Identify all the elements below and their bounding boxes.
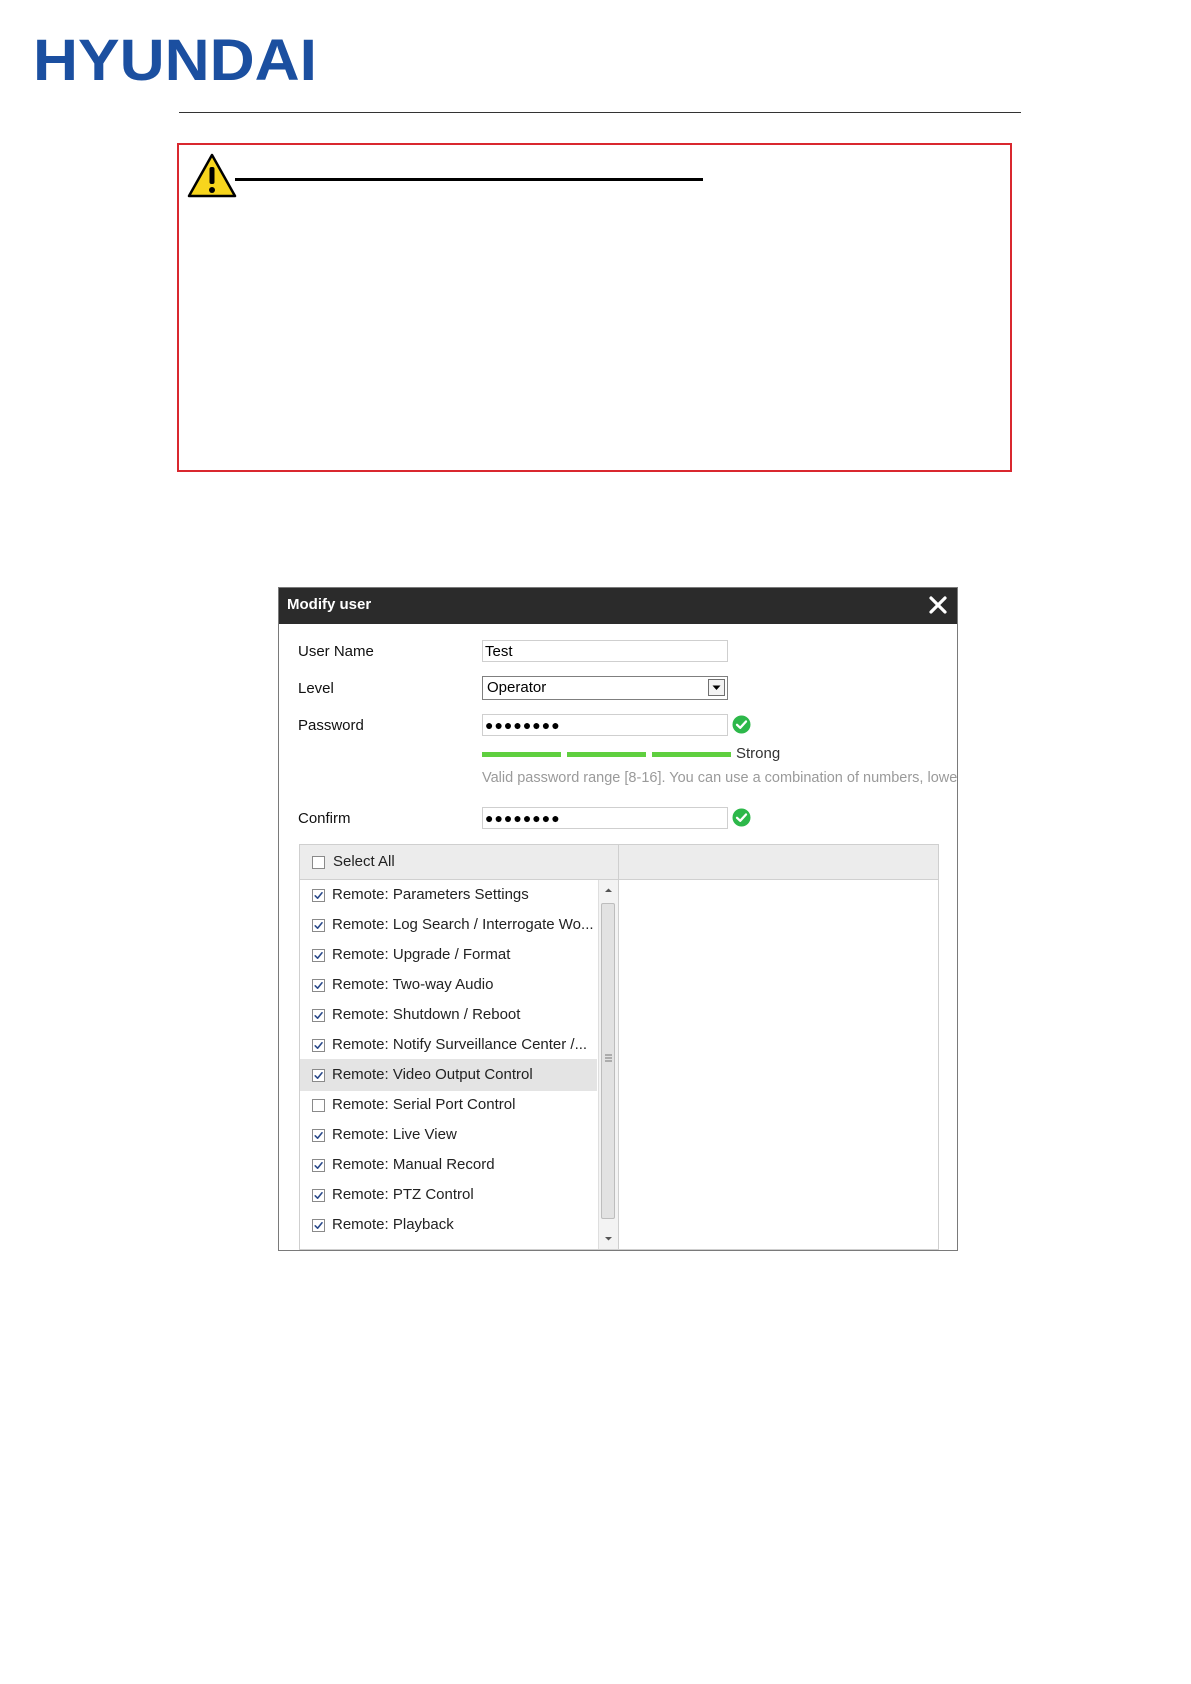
- permission-label: Remote: Shutdown / Reboot: [332, 1006, 521, 1023]
- permissions-column-divider: [618, 879, 619, 1249]
- permission-checkbox[interactable]: [312, 919, 325, 932]
- permission-row[interactable]: Remote: PTZ Control: [300, 1179, 597, 1211]
- permission-row[interactable]: Remote: Video Output Control: [300, 1059, 597, 1091]
- permission-label: Remote: Video Output Control: [332, 1066, 533, 1083]
- checkmark-icon: [314, 982, 323, 989]
- close-icon: [929, 596, 947, 614]
- confirm-password-input[interactable]: ●●●●●●●●: [482, 807, 728, 829]
- permission-row[interactable]: Remote: Parameters Settings: [300, 880, 597, 911]
- checkmark-icon: [314, 1012, 323, 1019]
- permission-checkbox[interactable]: [312, 1159, 325, 1172]
- confirm-valid-check-icon: [732, 808, 751, 827]
- permission-checkbox[interactable]: [312, 889, 325, 902]
- header-column-divider: [618, 845, 619, 879]
- logo-text: HYUNDAI: [33, 34, 317, 84]
- close-button[interactable]: [925, 592, 951, 618]
- password-input[interactable]: ●●●●●●●●: [482, 714, 728, 736]
- permission-row[interactable]: Remote: Upgrade / Format: [300, 939, 597, 971]
- checkmark-icon: [314, 1132, 323, 1139]
- hyundai-logo: HYUNDAI: [33, 28, 333, 93]
- warning-heading-rule: [235, 178, 703, 181]
- permission-row[interactable]: Remote: Two-way Audio: [300, 969, 597, 1001]
- level-select[interactable]: Operator: [482, 676, 728, 700]
- username-value: Test: [485, 643, 513, 660]
- select-all-label: Select All: [333, 853, 395, 870]
- modify-user-dialog: Modify user User Name Test Level Operato…: [278, 587, 958, 1251]
- confirm-label: Confirm: [298, 810, 351, 827]
- permission-row[interactable]: Remote: Notify Surveillance Center /...: [300, 1029, 597, 1061]
- warning-triangle-icon: [187, 153, 237, 199]
- checkmark-icon: [314, 952, 323, 959]
- logo-wordmark: HYUNDAI: [33, 28, 317, 93]
- checkmark-icon: [314, 892, 323, 899]
- permission-row[interactable]: Remote: Serial Port Control: [300, 1089, 597, 1121]
- permission-label: Remote: Manual Record: [332, 1156, 495, 1173]
- password-hint: Valid password range [8-16]. You can use…: [482, 770, 957, 786]
- permission-row[interactable]: Remote: Shutdown / Reboot: [300, 999, 597, 1031]
- permissions-list: Remote: Parameters Settings Remote: Log S…: [300, 880, 597, 1249]
- strength-bar-1: [482, 752, 561, 757]
- permission-checkbox[interactable]: [312, 1129, 325, 1142]
- checkmark-icon: [314, 922, 323, 929]
- password-label: Password: [298, 717, 364, 734]
- permission-label: Remote: PTZ Control: [332, 1186, 474, 1203]
- password-value: ●●●●●●●●: [485, 717, 561, 733]
- confirm-password-value: ●●●●●●●●: [485, 810, 561, 826]
- level-value: Operator: [487, 679, 547, 696]
- permission-label: Remote: Log Search / Interrogate Wo...: [332, 916, 594, 933]
- permission-checkbox[interactable]: [312, 979, 325, 992]
- permission-label: Remote: Live View: [332, 1126, 457, 1143]
- username-input[interactable]: Test: [482, 640, 728, 662]
- permission-checkbox[interactable]: [312, 1009, 325, 1022]
- permission-checkbox[interactable]: [312, 1219, 325, 1232]
- permission-label: Remote: Notify Surveillance Center /...: [332, 1036, 588, 1053]
- header-divider: [179, 112, 1021, 113]
- permission-label: Remote: Playback: [332, 1216, 454, 1233]
- level-label: Level: [298, 680, 334, 697]
- scroll-thumb[interactable]: [601, 903, 615, 1219]
- permissions-scrollbar[interactable]: [598, 880, 618, 1249]
- username-label: User Name: [298, 643, 374, 660]
- dialog-titlebar: Modify user: [279, 588, 957, 624]
- permission-row[interactable]: Remote: Playback: [300, 1209, 597, 1241]
- checkmark-icon: [314, 1222, 323, 1229]
- permission-checkbox[interactable]: [312, 1039, 325, 1052]
- permissions-header: Select All: [300, 845, 938, 880]
- checkmark-icon: [314, 1072, 323, 1079]
- checkmark-icon: [314, 1162, 323, 1169]
- permission-row[interactable]: Remote: Live View: [300, 1119, 597, 1151]
- permission-label: Remote: Two-way Audio: [332, 976, 494, 993]
- permission-checkbox[interactable]: [312, 1189, 325, 1202]
- checkmark-icon: [314, 1192, 323, 1199]
- permission-label: Remote: Parameters Settings: [332, 886, 529, 903]
- dialog-title: Modify user: [287, 596, 372, 613]
- chevron-down-icon[interactable]: [708, 679, 725, 696]
- select-all-checkbox[interactable]: [312, 856, 325, 869]
- checkmark-icon: [314, 1042, 323, 1049]
- permission-row[interactable]: Remote: Log Search / Interrogate Wo...: [300, 909, 597, 941]
- grip-icon: [605, 1054, 612, 1062]
- scroll-down-icon[interactable]: [603, 1235, 614, 1243]
- scroll-up-icon[interactable]: [603, 886, 614, 894]
- warning-box: [177, 143, 1012, 472]
- permission-label: Remote: Serial Port Control: [332, 1096, 516, 1113]
- password-valid-check-icon: [732, 715, 751, 734]
- permissions-panel: Select All Remote: Parameters Settings Re…: [299, 844, 939, 1250]
- permission-row[interactable]: Remote: Manual Record: [300, 1149, 597, 1181]
- permission-checkbox[interactable]: [312, 1069, 325, 1082]
- password-strength-label: Strong: [736, 745, 781, 762]
- permission-checkbox[interactable]: [312, 949, 325, 962]
- permission-label: Remote: Upgrade / Format: [332, 946, 511, 963]
- strength-bar-2: [567, 752, 646, 757]
- strength-bar-3: [652, 752, 731, 757]
- permission-checkbox[interactable]: [312, 1099, 325, 1112]
